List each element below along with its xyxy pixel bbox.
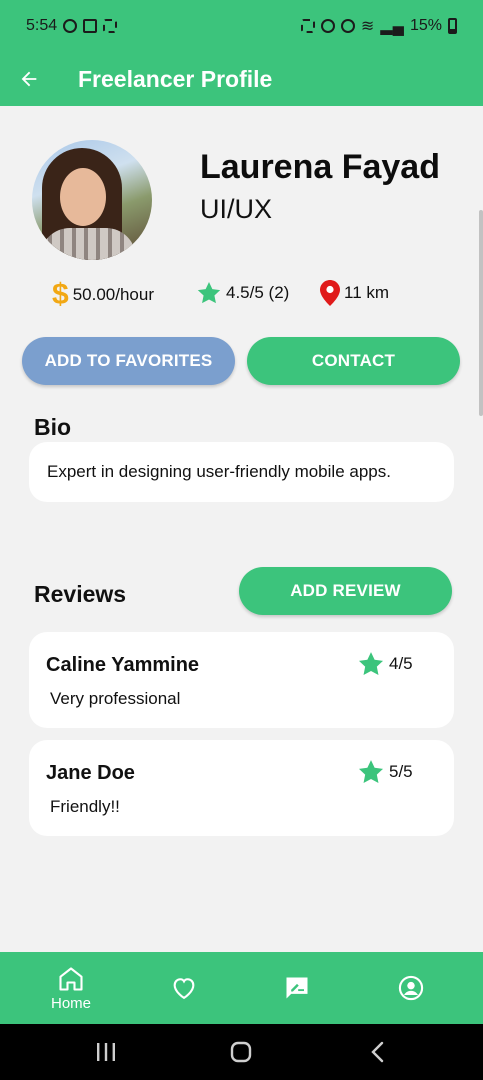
rating: 4.5/5 (2): [196, 280, 289, 306]
page-title: Freelancer Profile: [78, 65, 273, 92]
review-text: Friendly!!: [50, 797, 120, 816]
alarm-icon: [320, 19, 335, 33]
review-score: 4/5: [357, 650, 413, 678]
stats-row: $ 50.00/hour 4.5/5 (2) 11 km: [0, 280, 483, 314]
nav-profile[interactable]: [361, 952, 461, 1024]
app-bar: Freelancer Profile: [0, 52, 483, 106]
screenshot-icon: [103, 19, 118, 33]
system-home-icon: [230, 1041, 252, 1063]
back-button[interactable]: [0, 52, 58, 106]
lock-icon: [300, 19, 315, 33]
reviews-heading: Reviews: [34, 581, 127, 607]
system-back-icon: [371, 1041, 384, 1063]
status-right: ≋ ▂▄ 15%: [300, 16, 457, 36]
bio-text: Expert in designing user-friendly mobile…: [47, 462, 391, 481]
freelancer-role: UI/UX: [200, 194, 273, 224]
battery-text: 15%: [409, 17, 442, 34]
bottom-nav: Home: [0, 952, 483, 1024]
freelancer-name: Laurena Fayad: [200, 148, 440, 186]
sync-icon: [63, 19, 78, 33]
nav-home[interactable]: Home: [21, 952, 121, 1024]
review-icon: [286, 977, 308, 999]
reviewer-name: Caline Yammine: [46, 654, 200, 676]
dollar-icon: $: [52, 278, 69, 311]
system-nav-bar: [0, 1024, 483, 1080]
recent-apps-icon: [97, 1043, 115, 1061]
rating-value: 4.5/5 (2): [226, 283, 290, 302]
reviewer-name: Jane Doe: [46, 762, 135, 784]
review-score-value: 5/5: [389, 762, 413, 781]
system-home-button[interactable]: [228, 1038, 254, 1066]
review-score: 5/5: [357, 758, 413, 786]
status-time: 5:54: [26, 17, 58, 34]
account-icon: [398, 975, 424, 1001]
hourly-rate: $ 50.00/hour: [52, 280, 154, 310]
recent-apps-button[interactable]: [93, 1038, 119, 1066]
avatar-shirt: [40, 228, 136, 260]
battery-icon: [448, 18, 457, 34]
star-icon: [196, 280, 222, 306]
review-card: Jane Doe 5/5 Friendly!!: [29, 740, 454, 836]
bio-heading: Bio: [34, 414, 72, 440]
bio-card: Expert in designing user-friendly mobile…: [29, 442, 454, 502]
avatar-face: [60, 168, 106, 226]
review-card: Caline Yammine 4/5 Very professional: [29, 632, 454, 728]
home-icon: [59, 966, 83, 991]
star-icon: [358, 760, 384, 783]
hourly-rate-value: 50.00/hour: [72, 285, 154, 304]
distance-value: 11 km: [344, 283, 390, 302]
star-icon: [358, 652, 384, 675]
status-bar: 5:54 ≋ ▂▄ 15%: [0, 0, 483, 52]
distance: 11 km: [320, 280, 389, 306]
signal-icon: ▂▄: [380, 18, 404, 35]
scrollbar[interactable]: [479, 210, 483, 416]
review-score-value: 4/5: [389, 654, 413, 673]
mute-icon: [340, 19, 355, 33]
nav-home-label: Home: [50, 994, 91, 1012]
wifi-icon: ≋: [360, 18, 375, 35]
add-review-button[interactable]: ADD REVIEW: [239, 567, 452, 615]
contact-button[interactable]: CONTACT: [247, 337, 460, 385]
status-left: 5:54: [26, 17, 118, 35]
location-pin-icon: [320, 280, 340, 306]
nav-favorites[interactable]: [134, 952, 234, 1024]
app-notification-icon: [83, 19, 98, 33]
nav-reviews[interactable]: [247, 952, 347, 1024]
arrow-left-icon: [21, 71, 37, 87]
add-to-favorites-button[interactable]: ADD TO FAVORITES: [22, 337, 235, 385]
heart-icon: [173, 978, 195, 1000]
review-text: Very professional: [50, 689, 181, 708]
system-back-button[interactable]: [365, 1038, 391, 1066]
avatar: [32, 140, 152, 260]
